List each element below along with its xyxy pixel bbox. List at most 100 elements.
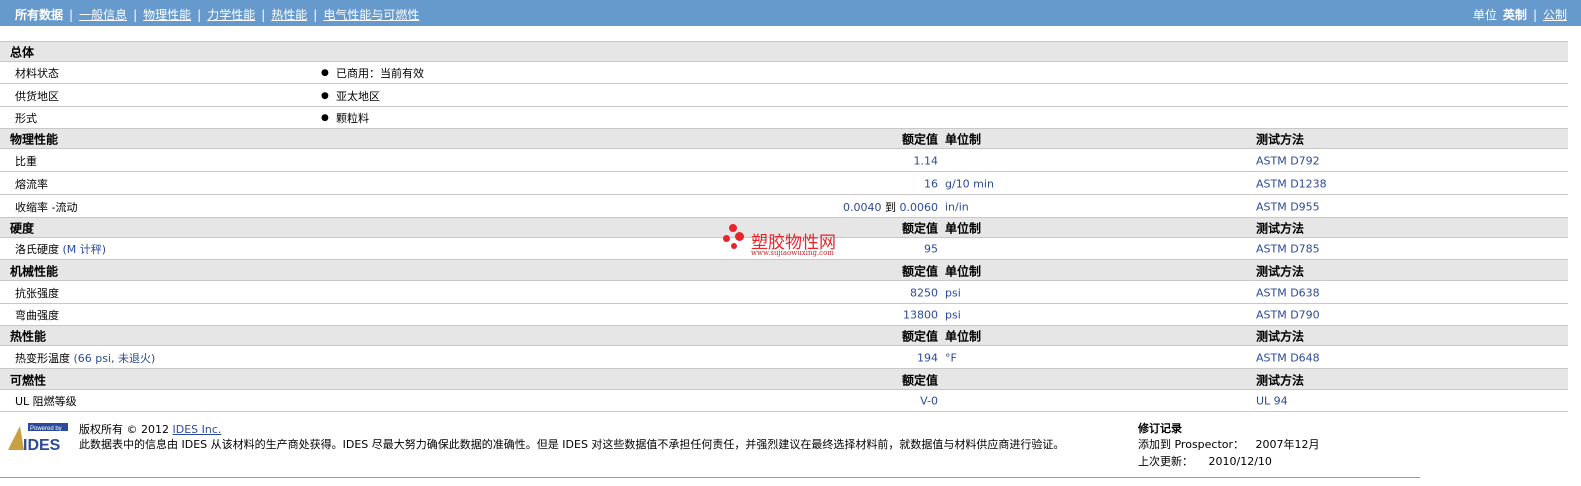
col-nominal-header: 额定值 <box>901 132 938 147</box>
ides-logo-icon: Powered by IDES <box>8 423 68 454</box>
revision-added: 添加到 Prospector： 2007年12月 <box>1138 436 1320 452</box>
col-unit-header: 单位制 <box>945 221 982 236</box>
unit-value: g/10 min <box>945 177 994 190</box>
logo-ides-text: IDES <box>23 437 61 452</box>
property-row: 抗张强度 8250 psi ASTM D638 <box>0 280 1568 304</box>
tab-general-info[interactable]: 一般信息 <box>79 8 127 22</box>
test-method: ASTM D790 <box>1256 308 1320 322</box>
ides-link[interactable]: IDES Inc. <box>173 423 222 436</box>
section-title: 机械性能 <box>10 264 59 278</box>
nominal-value: V-0 <box>920 394 938 408</box>
unit-switcher: 单位 英制 | 公制 <box>1472 8 1567 22</box>
property-label: 洛氏硬度 <box>15 243 59 256</box>
range-to: 0.0060 <box>899 200 939 214</box>
test-method: ASTM D1238 <box>1256 177 1327 190</box>
footer: Powered by IDES 版权所有 © 2012 IDES Inc. 此数… <box>0 411 1568 486</box>
col-method-header: 测试方法 <box>1256 373 1305 387</box>
property-label: 抗张强度 <box>15 286 59 300</box>
copyright-line: 版权所有 © 2012 IDES Inc. <box>79 421 221 437</box>
added-value: 2007年12月 <box>1255 438 1320 451</box>
watermark-dot <box>729 224 737 232</box>
section-physical-header: 物理性能 额定值 单位制 测试方法 <box>0 128 1568 149</box>
nominal-range: 0.0040 到 0.0060 <box>843 199 938 215</box>
watermark-dot <box>731 243 737 249</box>
tab-physical[interactable]: 物理性能 <box>143 8 191 22</box>
property-value: 亚太地区 <box>336 89 380 103</box>
section-title: 热性能 <box>10 329 47 344</box>
col-method-header: 测试方法 <box>1256 329 1305 344</box>
units-label: 单位 <box>1472 8 1497 22</box>
tab-thermal[interactable]: 热性能 <box>271 8 307 22</box>
tab-all-data[interactable]: 所有数据 <box>15 8 63 22</box>
watermark-url: www.sujiaowuxing.com <box>751 249 834 257</box>
test-method: ASTM D792 <box>1256 154 1320 167</box>
section-title: 总体 <box>10 45 35 60</box>
property-label-group: 洛氏硬度 (M 计秤) <box>15 241 106 257</box>
units-metric-link[interactable]: 公制 <box>1543 8 1567 22</box>
tab-mechanical[interactable]: 力学性能 <box>207 8 255 22</box>
footer-divider <box>0 477 1420 478</box>
top-nav-bar: 所有数据 | 一般信息 | 物理性能 | 力学性能 | 热性能 | 电气性能与可燃性 单位 英制 | 公制 <box>0 0 1581 26</box>
added-label: 添加到 Prospector： <box>1138 438 1245 451</box>
property-row: 弯曲强度 13800 psi ASTM D790 <box>0 303 1568 326</box>
bullet-icon: ● <box>321 90 329 101</box>
watermark-logo: 塑胶物性网 www.sujiaowuxing.com <box>720 222 860 262</box>
property-label-group: 热变形温度 (66 psi, 未退火) <box>15 350 155 366</box>
revision-updated: 上次更新： 2010/12/10 <box>1138 453 1272 469</box>
nominal-value: 16 <box>924 177 938 190</box>
test-method: ASTM D638 <box>1256 286 1320 299</box>
section-flammability-header: 可燃性 额定值 测试方法 <box>0 368 1568 390</box>
test-method: ASTM D955 <box>1256 200 1320 213</box>
general-row: 供货地区 ● 亚太地区 <box>0 83 1568 107</box>
col-nominal-header: 额定值 <box>901 264 938 278</box>
nominal-value: 1.14 <box>913 154 939 167</box>
unit-value: psi <box>945 286 961 299</box>
property-label: 供货地区 <box>15 89 59 103</box>
disclaimer-text: 此数据表中的信息由 IDES 从该材料的生产商处获得。IDES 尽最大努力确保此… <box>79 438 1065 451</box>
nominal-value: 8250 <box>910 286 938 299</box>
ides-logo: Powered by IDES <box>8 422 70 454</box>
col-method-header: 测试方法 <box>1256 132 1305 147</box>
bullet-icon: ● <box>321 68 329 78</box>
unit-value: °F <box>945 351 957 364</box>
tab-electrical-flammability[interactable]: 电气性能与可燃性 <box>323 8 419 22</box>
watermark-dot <box>735 232 744 241</box>
property-label: UL 阻燃等级 <box>15 395 77 408</box>
test-method: UL 94 <box>1256 394 1288 408</box>
updated-value: 2010/12/10 <box>1208 455 1272 468</box>
revision-title: 修订记录 <box>1138 422 1182 435</box>
col-unit-header: 单位制 <box>945 132 982 147</box>
range-to-word: 到 <box>885 200 896 214</box>
updated-label: 上次更新： <box>1138 455 1193 468</box>
property-row: 熔流率 16 g/10 min ASTM D1238 <box>0 171 1568 195</box>
data-tabs: 所有数据 | 一般信息 | 物理性能 | 力学性能 | 热性能 | 电气性能与可燃性 <box>15 8 420 22</box>
unit-value: psi <box>945 308 961 322</box>
col-nominal-header: 额定值 <box>901 373 938 387</box>
section-general-header: 总体 <box>0 41 1568 62</box>
property-label: 比重 <box>15 154 37 168</box>
section-mechanical-header: 机械性能 额定值 单位制 测试方法 <box>0 259 1568 281</box>
section-title: 硬度 <box>10 221 35 236</box>
nominal-value: 95 <box>924 242 938 256</box>
property-row: 比重 1.14 ASTM D792 <box>0 148 1568 172</box>
col-unit-header: 单位制 <box>945 329 982 344</box>
test-method: ASTM D785 <box>1256 242 1320 256</box>
property-label: 形式 <box>15 112 37 125</box>
property-label: 弯曲强度 <box>15 309 59 322</box>
property-value: 颗粒料 <box>336 112 369 125</box>
section-thermal-header: 热性能 额定值 单位制 测试方法 <box>0 325 1568 346</box>
general-row: 材料状态 ● 已商用：当前有效 <box>0 61 1568 84</box>
property-row: 热变形温度 (66 psi, 未退火) 194 °F ASTM D648 <box>0 345 1568 369</box>
property-label: 材料状态 <box>15 67 59 80</box>
property-label: 熔流率 <box>15 177 48 191</box>
property-row: UL 阻燃等级 V-0 UL 94 <box>0 389 1568 412</box>
logo-triangle <box>8 426 24 450</box>
general-row: 形式 ● 颗粒料 <box>0 106 1568 129</box>
nominal-value: 13800 <box>903 308 938 322</box>
property-note: (M 计秤) <box>62 243 107 256</box>
property-row: 收缩率 -流动 0.0040 到 0.0060 in/in ASTM D955 <box>0 194 1568 218</box>
logo-powered-by: Powered by <box>30 426 62 432</box>
unit-value: in/in <box>945 200 969 213</box>
property-label: 热变形温度 <box>15 351 70 365</box>
property-label: 收缩率 -流动 <box>15 200 78 214</box>
